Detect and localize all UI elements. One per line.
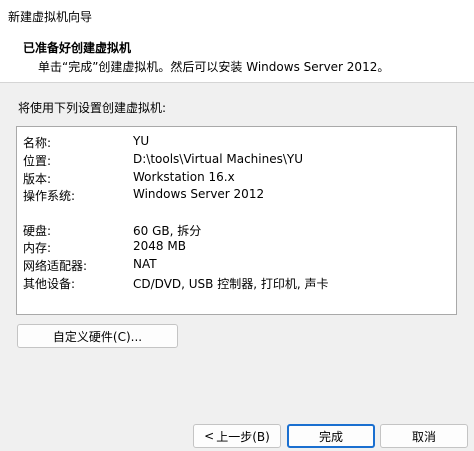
page-heading: 已准备好创建虚拟机 [23, 41, 132, 55]
summary-row-version: 版本: Workstation 16.x [17, 169, 456, 187]
summary-row-location: 位置: D:\tools\Virtual Machines\YU [17, 151, 456, 169]
summary-key: 网络适配器: [23, 259, 88, 273]
summary-label: 将使用下列设置创建虚拟机: [18, 101, 167, 115]
summary-key: 版本: [23, 172, 52, 186]
summary-row-name: 名称: YU [17, 133, 456, 151]
title-bar: 新建虚拟机向导 [0, 0, 474, 30]
summary-value: YU [133, 134, 150, 148]
summary-value: Workstation 16.x [133, 170, 235, 184]
summary-value: 60 GB, 拆分 [133, 224, 202, 238]
summary-value: D:\tools\Virtual Machines\YU [133, 152, 304, 166]
finish-label: 完成 [318, 429, 343, 444]
page-subtitle: 单击“完成”创建虚拟机。然后可以安装 Windows Server 2012。 [38, 60, 390, 74]
summary-row-disk: 硬盘: 60 GB, 拆分 [17, 221, 456, 239]
finish-button[interactable]: 完成 [287, 424, 375, 448]
summary-row-memory: 内存: 2048 MB [17, 238, 456, 256]
summary-key: 名称: [23, 136, 52, 150]
summary-key: 内存: [23, 241, 52, 255]
summary-key: 其他设备: [23, 277, 76, 291]
summary-panel: 名称: YU 位置: D:\tools\Virtual Machines\YU … [16, 126, 457, 315]
summary-row-network: 网络适配器: NAT [17, 256, 456, 274]
summary-value: 2048 MB [133, 239, 186, 253]
summary-value: CD/DVD, USB 控制器, 打印机, 声卡 [133, 277, 329, 291]
cancel-button[interactable]: 取消 [380, 424, 468, 448]
back-label: 上一步(B) [216, 429, 270, 444]
summary-row-other-devices: 其他设备: CD/DVD, USB 控制器, 打印机, 声卡 [17, 274, 456, 292]
summary-key: 操作系统: [23, 189, 76, 203]
summary-key: 位置: [23, 154, 52, 168]
cancel-label: 取消 [411, 429, 436, 444]
summary-value: Windows Server 2012 [133, 187, 265, 201]
window-title: 新建虚拟机向导 [8, 10, 93, 24]
wizard-header: 已准备好创建虚拟机 单击“完成”创建虚拟机。然后可以安装 Windows Ser… [0, 30, 474, 83]
summary-row-os: 操作系统: Windows Server 2012 [17, 186, 456, 204]
customize-hardware-label: 自定义硬件(C)... [52, 329, 143, 344]
chevron-left-icon: < [204, 429, 215, 443]
summary-value: NAT [133, 257, 157, 271]
summary-key: 硬盘: [23, 224, 52, 238]
customize-hardware-button[interactable]: 自定义硬件(C)... [17, 324, 178, 348]
back-button[interactable]: < 上一步(B) [193, 424, 281, 448]
